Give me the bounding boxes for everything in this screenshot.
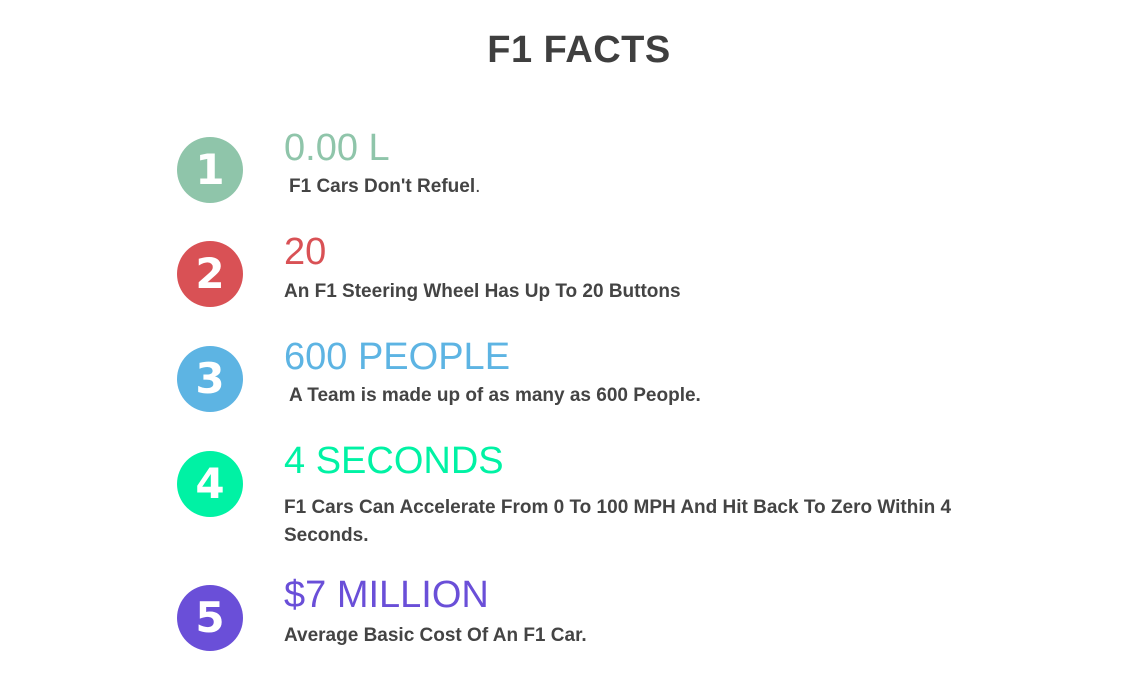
fact-description-text: F1 Cars Don't Refuel bbox=[289, 176, 476, 197]
fact-description: Average Basic Cost Of An F1 Car. bbox=[284, 625, 587, 646]
fact-description: F1 Cars Don't Refuel. bbox=[284, 173, 974, 201]
fact-stat: 0.00 L bbox=[284, 127, 390, 169]
fact-item-5: 5 $7 MILLION Average Basic Cost Of An F1… bbox=[177, 573, 977, 653]
fact-stat: 4 SECONDS bbox=[284, 440, 504, 482]
fact-number-badge: 5 bbox=[177, 585, 243, 651]
fact-item-4: 4 4 SECONDS F1 Cars Can Accelerate From … bbox=[177, 439, 977, 549]
fact-stat: $7 MILLION bbox=[284, 574, 489, 616]
fact-number-badge: 3 bbox=[177, 346, 243, 412]
fact-item-3: 3 600 PEOPLE A Team is made up of as man… bbox=[177, 335, 977, 415]
page-title: F1 FACTS bbox=[487, 29, 671, 72]
fact-stat: 20 bbox=[284, 231, 327, 273]
fact-description-trailing: . bbox=[475, 176, 481, 197]
fact-description: A Team is made up of as many as 600 Peop… bbox=[284, 382, 974, 410]
fact-number-badge: 1 bbox=[177, 137, 243, 203]
fact-description: An F1 Steering Wheel Has Up To 20 Button… bbox=[284, 281, 681, 302]
fact-item-2: 2 20 An F1 Steering Wheel Has Up To 20 B… bbox=[177, 230, 977, 310]
fact-number-badge: 4 bbox=[177, 451, 243, 517]
fact-item-1: 1 0.00 L F1 Cars Don't Refuel. bbox=[177, 126, 977, 206]
fact-description: F1 Cars Can Accelerate From 0 To 100 MPH… bbox=[284, 497, 952, 546]
fact-number-badge: 2 bbox=[177, 241, 243, 307]
fact-stat: 600 PEOPLE bbox=[284, 336, 511, 378]
fact-description-text: A Team is made up of as many as 600 Peop… bbox=[289, 385, 701, 406]
